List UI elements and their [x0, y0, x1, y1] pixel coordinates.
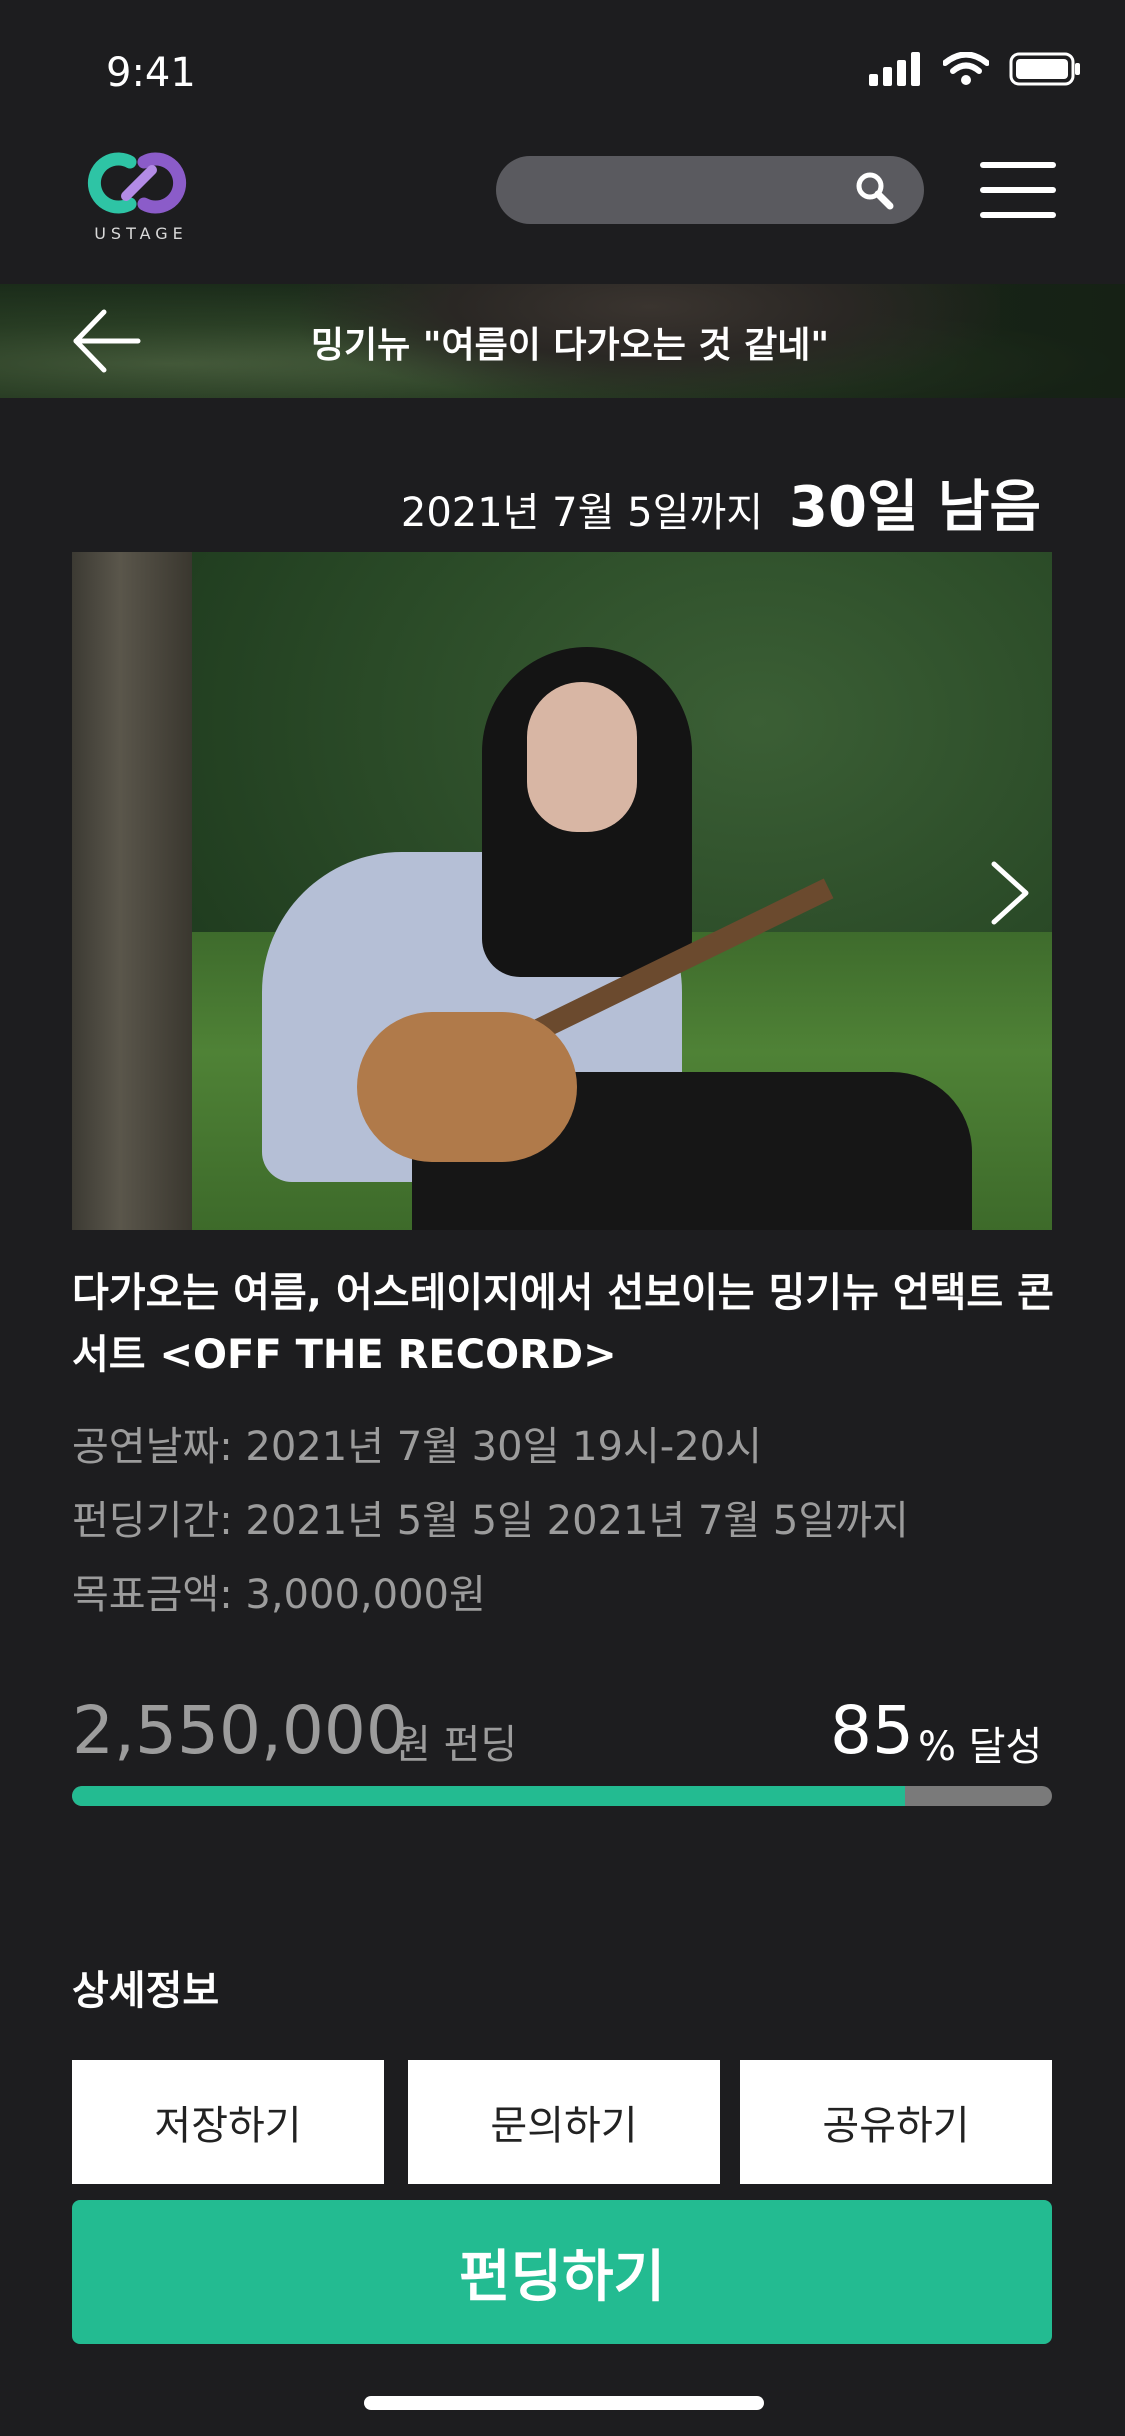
inquiry-button[interactable]: 문의하기	[408, 2060, 720, 2184]
days-remaining: 30일 남음	[789, 475, 1041, 540]
save-button[interactable]: 저장하기	[72, 2060, 384, 2184]
ustage-logo-icon	[87, 152, 187, 214]
fund-button[interactable]: 펀딩하기	[72, 2200, 1052, 2344]
page-title: 밍기뉴 "여름이 다가오는 것 같네"	[310, 325, 830, 366]
search-icon[interactable]	[854, 170, 894, 210]
logo-text: USTAGE	[94, 224, 188, 243]
status-time: 9:41	[106, 50, 196, 96]
deadline: 2021년 7월 5일까지 30일 남음	[401, 462, 1041, 543]
funding-period: 펀딩기간: 2021년 5월 5일 2021년 7월 5일까지	[72, 1498, 909, 1544]
back-arrow-icon[interactable]	[70, 308, 142, 374]
event-photo	[72, 552, 1052, 1230]
funding-progress-fill	[72, 1786, 905, 1806]
hamburger-menu-icon[interactable]	[980, 160, 1056, 220]
wifi-icon	[943, 52, 989, 85]
home-indicator[interactable]	[364, 2396, 764, 2410]
deadline-date: 2021년 7월 5일까지	[400, 490, 763, 536]
funding-percent: 85	[830, 1692, 914, 1769]
target-amount: 목표금액: 3,000,000원	[72, 1572, 486, 1618]
performance-date: 공연날짜: 2021년 7월 30일 19시-20시	[72, 1424, 762, 1470]
funding-progress-bar	[72, 1786, 1052, 1806]
battery-icon	[1009, 52, 1080, 86]
funding-percent-unit: % 달성	[918, 1724, 1043, 1770]
funded-amount-unit: 원 펀딩	[394, 1722, 518, 1768]
chevron-right-icon[interactable]	[988, 858, 1032, 928]
funded-amount: 2,550,000	[72, 1692, 408, 1769]
search-input[interactable]	[496, 156, 924, 224]
share-button[interactable]: 공유하기	[740, 2060, 1052, 2184]
status-icons	[869, 52, 1081, 86]
signal-icon	[869, 52, 920, 86]
event-title: 다가오는 여름, 어스테이지에서 선보이는 밍기뉴 언택트 콘서트 <OFF T…	[72, 1270, 1054, 1378]
detail-section-title: 상세정보	[72, 1968, 220, 2014]
